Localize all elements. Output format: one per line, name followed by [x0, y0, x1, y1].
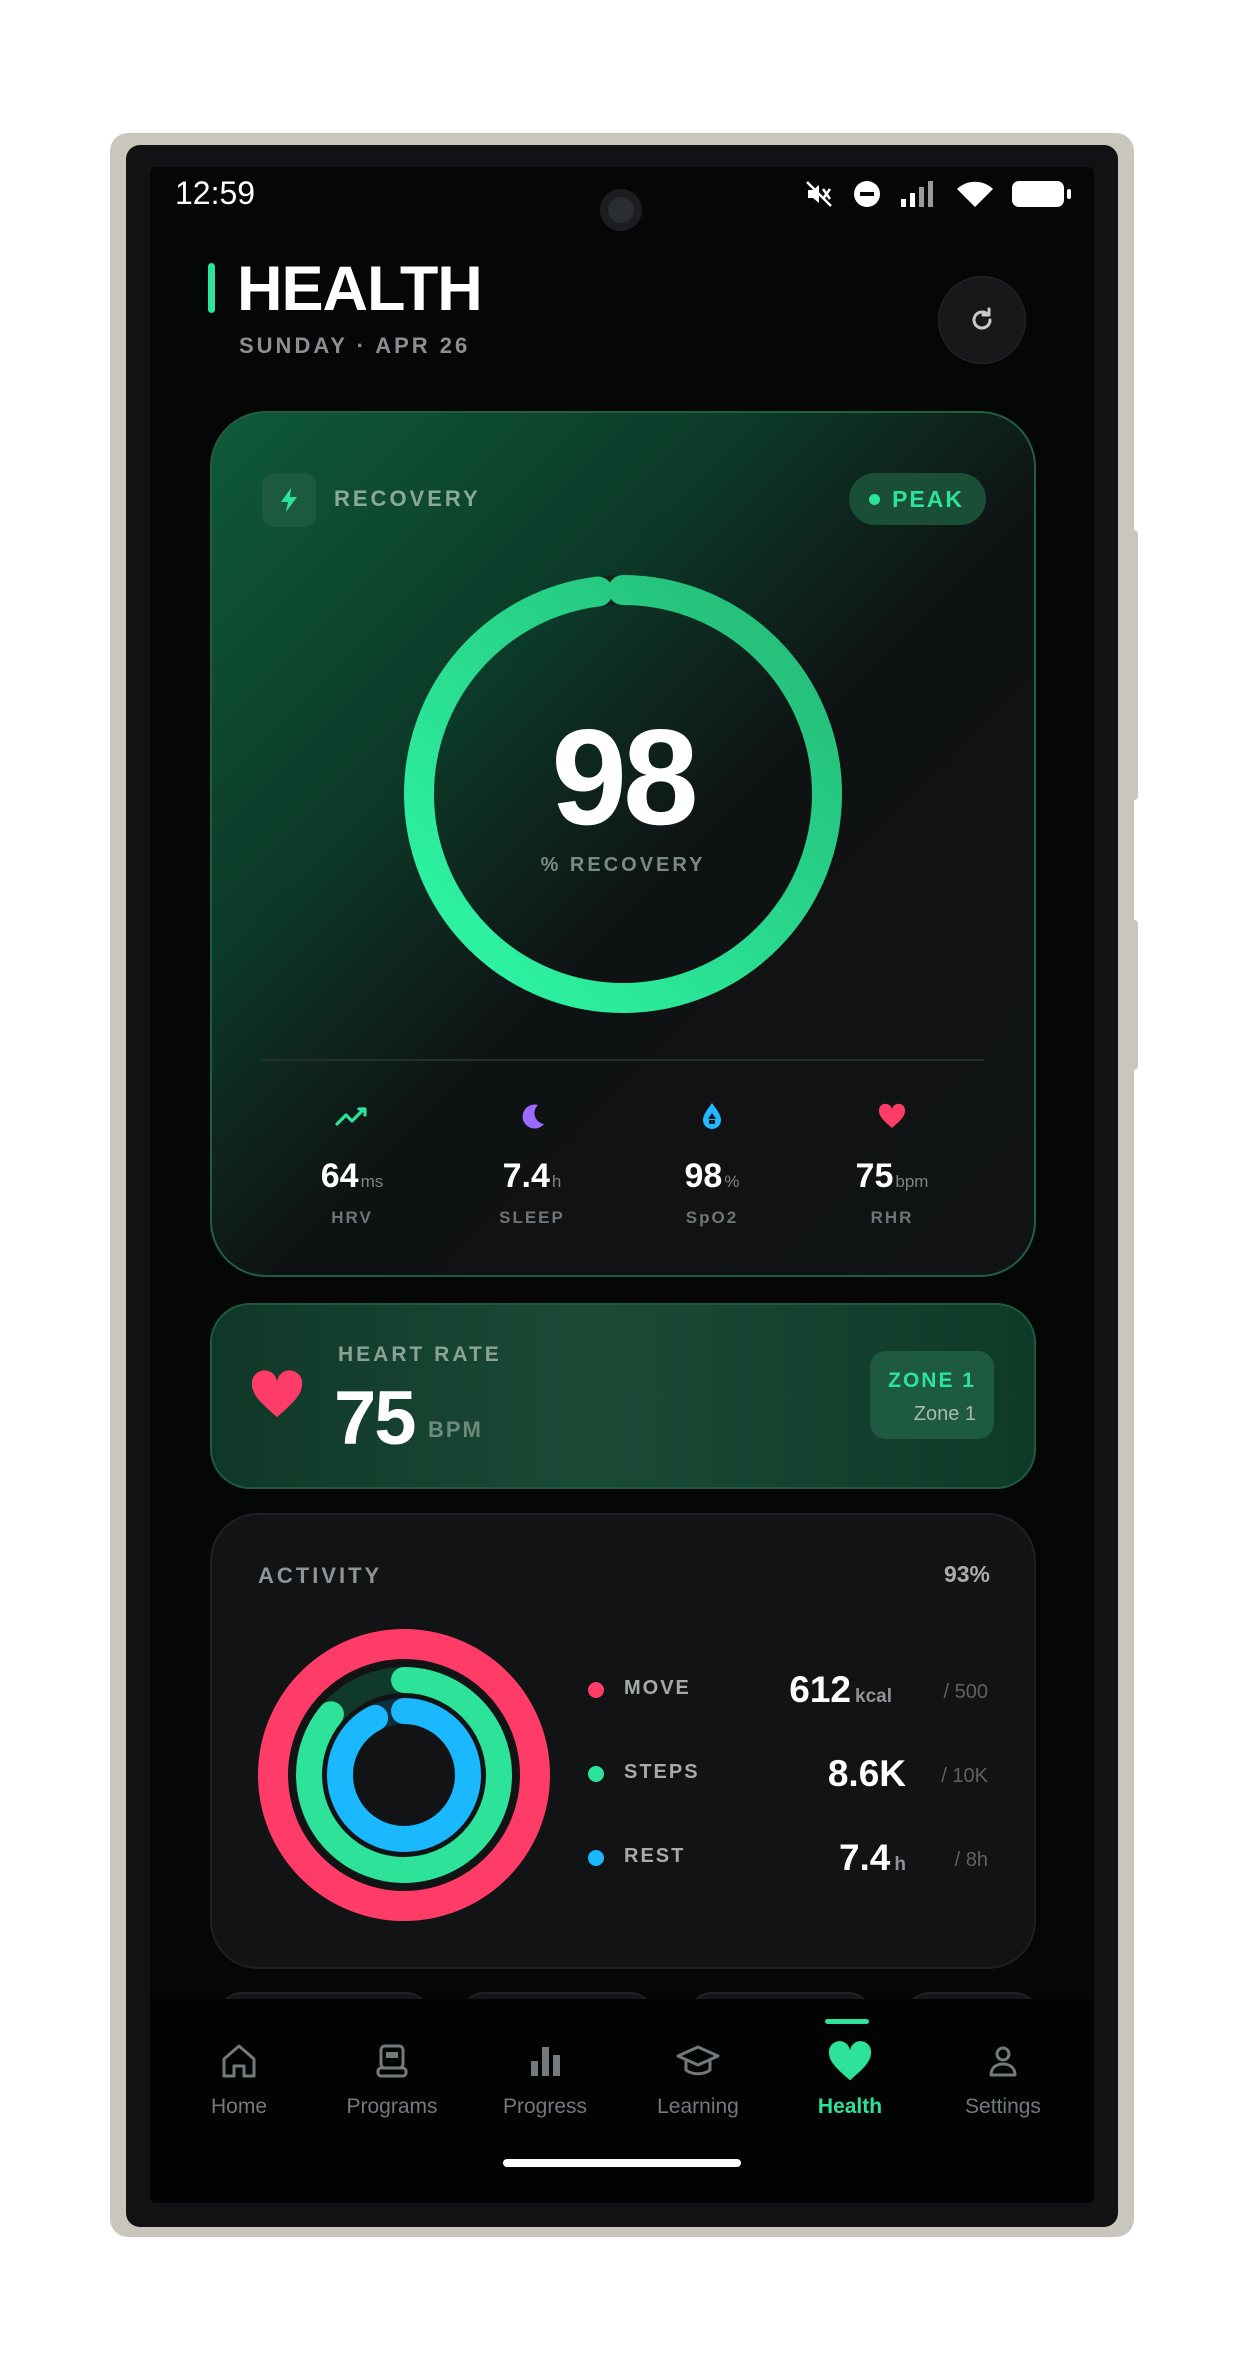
move-unit: kcal — [855, 1686, 892, 1707]
metric-rhr: 75 bpm RHR — [802, 1099, 982, 1228]
zone-badge: ZONE 1 Zone 1 — [870, 1351, 994, 1439]
nav-progress-label: Progress — [502, 2095, 588, 2118]
recovery-label: RECOVERY — [334, 486, 481, 511]
refresh-button[interactable] — [938, 276, 1026, 364]
page-title: HEALTH — [237, 254, 483, 324]
activity-row-rest: REST 7.4 h / 8h — [588, 1837, 988, 1878]
heart-icon — [828, 2041, 872, 2081]
metric-sleep: 7.4 h SLEEP — [442, 1099, 622, 1228]
heart-icon — [878, 1103, 906, 1128]
nav-learning[interactable]: Learning — [623, 2039, 773, 2119]
activity-row-steps: STEPS 8.6K / 10K — [588, 1753, 988, 1794]
nav-health[interactable]: Health — [775, 2039, 925, 2119]
hrv-unit: ms — [360, 1172, 384, 1191]
nav-learning-label: Learning — [657, 2095, 739, 2118]
rest-goal: / 8h — [954, 1849, 988, 1871]
heart-rate-value: 75 — [334, 1376, 417, 1461]
move-dot — [588, 1682, 604, 1698]
do-not-disturb-icon — [854, 181, 880, 207]
graduation-cap-icon — [676, 2045, 720, 2076]
activity-percent: 93% — [943, 1561, 990, 1587]
nav-settings[interactable]: Settings — [928, 2039, 1078, 2119]
spo2-unit: % — [724, 1172, 740, 1191]
heart-rate-label: HEART RATE — [338, 1343, 502, 1366]
status-icons — [804, 179, 1071, 209]
rest-value: 7.4 — [838, 1837, 891, 1878]
battery-icon — [1012, 181, 1071, 207]
mute-icon — [806, 181, 832, 207]
rest-unit: h — [894, 1854, 906, 1875]
rest-dot — [588, 1850, 604, 1866]
programs-icon — [376, 2044, 408, 2078]
front-camera — [600, 189, 642, 231]
nav-home[interactable]: Home — [164, 2039, 314, 2119]
nav-active-indicator — [825, 2019, 869, 2024]
hrv-value: 64 — [320, 1157, 359, 1195]
recovery-divider — [262, 1059, 984, 1061]
rhr-value: 75 — [855, 1157, 894, 1195]
rhr-label: RHR — [870, 1208, 914, 1227]
nav-programs-label: Programs — [346, 2095, 438, 2118]
activity-card[interactable]: ACTIVITY 93% MOVE 612 kcal / 500 STEPS 8.… — [210, 1513, 1036, 1969]
steps-label: STEPS — [624, 1761, 700, 1783]
rest-label: REST — [624, 1845, 686, 1867]
nav-programs[interactable]: Programs — [317, 2039, 467, 2119]
heart-icon — [251, 1370, 303, 1418]
steps-dot — [588, 1766, 604, 1782]
home-icon — [222, 2044, 256, 2078]
rhr-unit: bpm — [895, 1172, 929, 1191]
peak-dot — [869, 493, 881, 505]
refresh-icon — [972, 307, 992, 330]
peak-text: PEAK — [892, 485, 964, 512]
zone-title: ZONE 1 — [888, 1369, 976, 1392]
heart-rate-card[interactable]: HEART RATE 75 BPM ZONE 1 Zone 1 — [210, 1303, 1036, 1489]
hrv-label: HRV — [331, 1208, 373, 1227]
volume-button — [1130, 530, 1138, 800]
page-date: SUNDAY · APR 26 — [239, 333, 471, 358]
trend-line-icon — [335, 1107, 367, 1126]
steps-goal: / 10K — [941, 1765, 988, 1787]
recovery-card[interactable]: RECOVERY PEAK 98 % RECOVERY 64 ms HRV 7.… — [210, 411, 1036, 1277]
spo2-value: 98 — [684, 1157, 723, 1195]
nav-home-label: Home — [210, 2095, 268, 2118]
bottom-nav: Home Programs Progress Learning Health S… — [150, 1999, 1094, 2203]
nav-health-label: Health — [817, 2095, 883, 2118]
activity-ring-rest — [327, 1698, 481, 1852]
nav-settings-label: Settings — [965, 2095, 1041, 2118]
recovery-value: 98 — [551, 701, 698, 853]
move-value: 612 — [789, 1669, 852, 1710]
recovery-ring: 98 % RECOVERY — [400, 571, 846, 1017]
moon-icon — [522, 1104, 544, 1129]
recovery-icon-box — [262, 473, 316, 527]
power-button — [1130, 920, 1138, 1070]
recovery-unit: % RECOVERY — [540, 854, 706, 876]
signal-icon — [901, 181, 933, 207]
drop-icon — [703, 1103, 721, 1129]
bar-chart-icon — [531, 2047, 560, 2076]
person-icon — [989, 2046, 1017, 2077]
metric-hrv: 64 ms HRV — [262, 1099, 442, 1228]
home-indicator[interactable] — [503, 2159, 741, 2167]
metric-spo2: 98% SpO2 — [622, 1099, 802, 1228]
move-label: MOVE — [624, 1677, 691, 1699]
wifi-icon — [957, 181, 993, 207]
activity-title: ACTIVITY — [258, 1563, 383, 1588]
move-goal: / 500 — [943, 1681, 988, 1703]
title-accent-bar — [208, 263, 215, 313]
nav-progress[interactable]: Progress — [470, 2039, 620, 2119]
activity-row-move: MOVE 612 kcal / 500 — [588, 1669, 988, 1710]
heart-rate-unit: BPM — [428, 1417, 483, 1442]
lightning-icon — [281, 488, 297, 512]
activity-rings — [258, 1629, 550, 1921]
zone-name: Zone 1 — [913, 1403, 976, 1425]
peak-badge: PEAK — [849, 473, 986, 525]
sleep-value: 7.4 — [502, 1157, 550, 1195]
spo2-label: SpO2 — [685, 1208, 739, 1227]
status-time: 12:59 — [175, 175, 256, 211]
steps-value: 8.6K — [827, 1753, 906, 1794]
sleep-unit: h — [551, 1172, 562, 1191]
screen: 12:59 HEALTH SUNDAY · APR 26 RECOVERY PE… — [150, 167, 1094, 2203]
sleep-label: SLEEP — [499, 1208, 565, 1227]
